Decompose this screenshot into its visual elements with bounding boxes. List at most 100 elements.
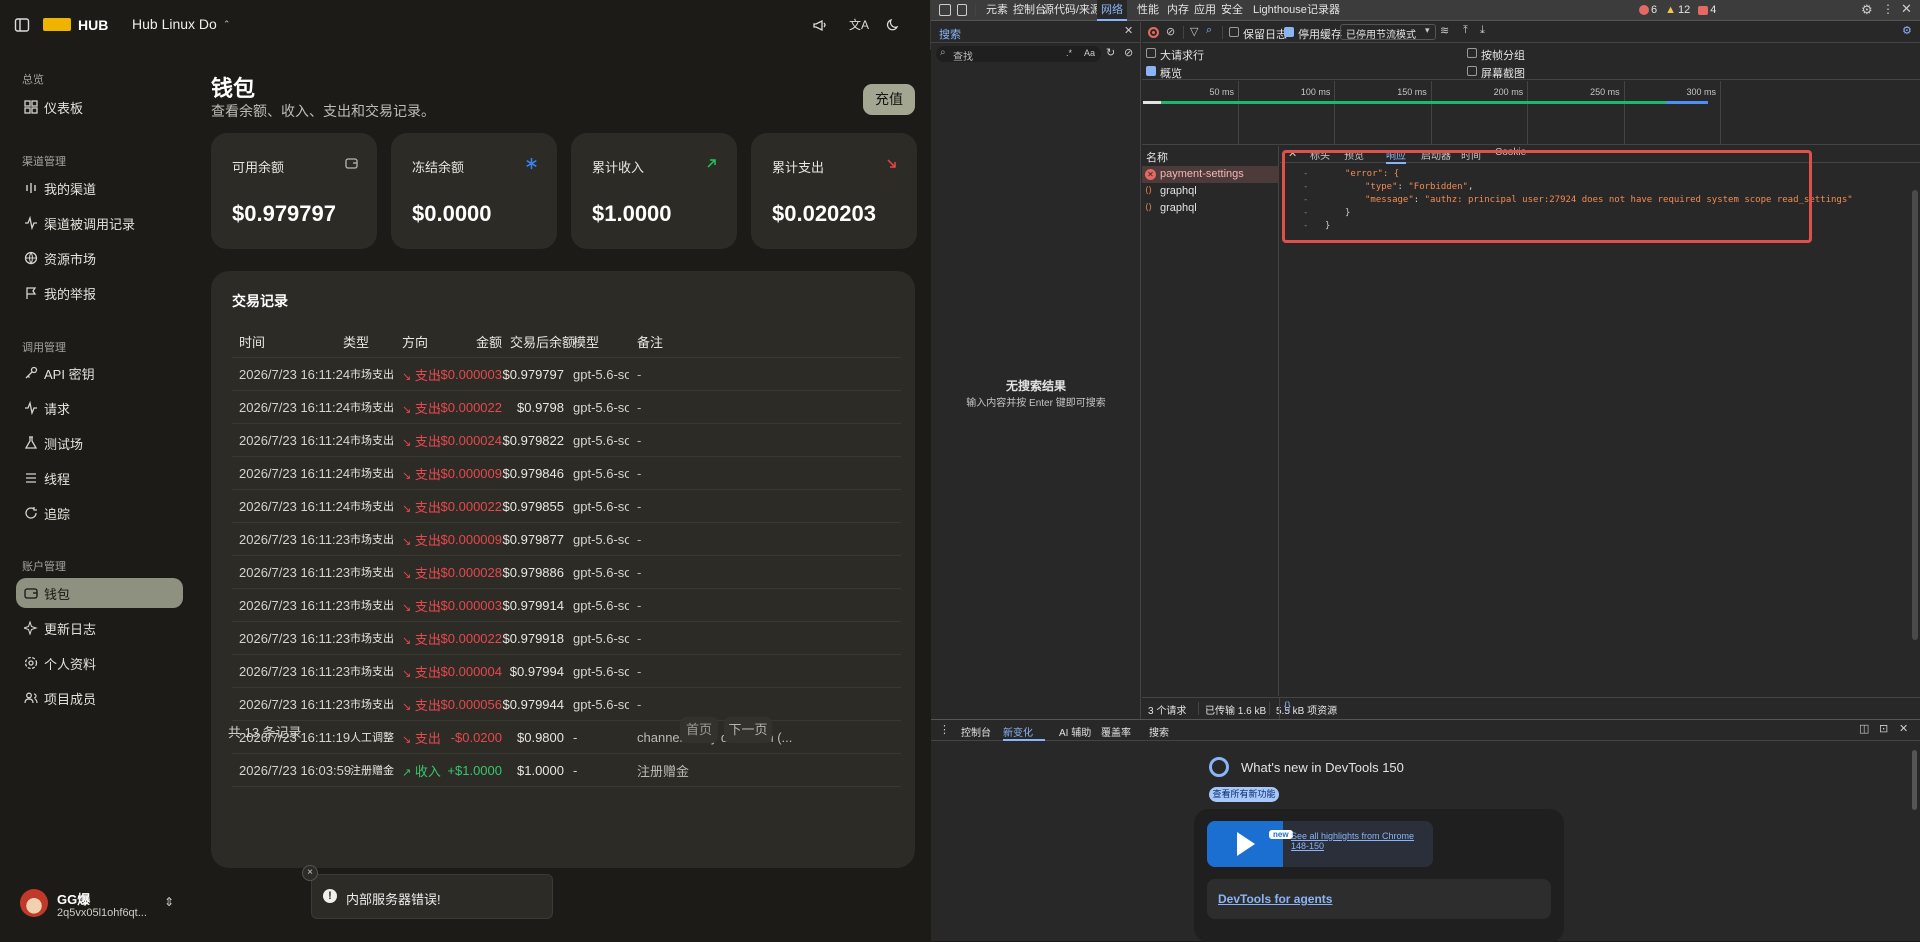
sidebar-item-requests[interactable]: 请求 — [16, 393, 183, 423]
search-input[interactable]: ⌕ 查找 .* Aa — [936, 46, 1101, 63]
agents-card[interactable]: DevTools for agents — [1207, 879, 1551, 919]
group-by-frame-checkbox[interactable] — [1467, 48, 1477, 58]
devtools-tab[interactable]: 内存 — [1167, 0, 1189, 21]
sidebar-item-dashboard[interactable]: 仪表板 — [16, 92, 183, 122]
close-drawer-icon[interactable]: ✕ — [1899, 722, 1908, 735]
dock-side-icon[interactable]: ◫ — [1859, 722, 1869, 735]
request-row-graphql[interactable]: ⟨⟩ graphql — [1142, 183, 1279, 200]
cell-model: gpt-5.6-sol — [573, 597, 629, 613]
highlights-link[interactable]: See all highlights from Chrome 148-150 — [1291, 831, 1433, 851]
clear-icon[interactable]: ⊘ — [1166, 25, 1175, 38]
devtools-tab[interactable]: 应用 — [1194, 0, 1216, 21]
drawer-tab[interactable]: 控制台 — [961, 724, 991, 739]
case-toggle[interactable]: Aa — [1084, 48, 1095, 58]
translate-icon[interactable]: 文A — [849, 16, 869, 33]
devtools-tab[interactable]: 性能 — [1137, 0, 1159, 21]
network-conditions-icon[interactable]: ≋ — [1440, 24, 1449, 37]
sidebar-section-overview: 总览 — [22, 74, 44, 86]
device-toolbar-icon[interactable] — [957, 4, 967, 16]
user-menu[interactable]: GG爆 2q5vx05l1ohf6qt... ⇕ — [20, 886, 180, 924]
inspect-element-icon[interactable] — [939, 4, 951, 16]
preserve-log-checkbox[interactable] — [1229, 27, 1239, 37]
dark-mode-icon[interactable] — [885, 17, 901, 33]
highlight-box — [1282, 150, 1812, 243]
pretty-print-icon[interactable]: {} — [1284, 701, 1291, 712]
close-devtools-icon[interactable]: ✕ — [1901, 1, 1912, 17]
arrow-down-right-icon — [887, 159, 896, 168]
regex-toggle[interactable]: .* — [1066, 48, 1072, 58]
error-count-badge[interactable]: 6 ▲ 12 4 — [1639, 4, 1716, 16]
filter-icon[interactable]: ▽ — [1190, 25, 1198, 38]
refresh-search-icon[interactable]: ↻ — [1106, 46, 1115, 59]
cell-balance-after: $0.979797 — [502, 366, 564, 382]
card-available-balance: 可用余额 $0.979797 — [211, 133, 377, 249]
sidebar-item-playground[interactable]: 测试场 — [16, 428, 183, 458]
video-thumbnail[interactable]: new See all highlights from Chrome 148-1… — [1207, 821, 1433, 867]
devtools-tab[interactable]: 源代码/来源 — [1043, 0, 1101, 21]
cell-model: gpt-5.6-sol — [573, 465, 629, 481]
drawer-tab[interactable]: 新变化 — [1003, 724, 1045, 741]
devtools-tab[interactable]: 记录器 — [1307, 0, 1340, 21]
sidebar-item-threads[interactable]: 线程 — [16, 463, 183, 493]
large-rows-checkbox[interactable] — [1146, 48, 1156, 58]
overview-checkbox[interactable] — [1146, 66, 1156, 76]
settings-icon[interactable]: ⚙ — [1861, 2, 1873, 18]
recharge-button[interactable]: 充值 — [863, 84, 915, 115]
detail-scrollbar[interactable] — [1912, 190, 1918, 640]
wallet-icon — [345, 158, 358, 169]
devtools-tab[interactable]: 安全 — [1221, 0, 1243, 21]
clear-search-icon[interactable]: ⊘ — [1124, 46, 1133, 59]
request-row-payment-settings[interactable]: ✕ payment-settings — [1142, 166, 1279, 183]
sidebar-item-wallet[interactable]: 钱包 — [16, 578, 183, 608]
record-icon[interactable] — [1148, 27, 1159, 38]
table-row: 2026/7/23 16:11:23 市场支出 ↘ 支出 -$0.000028 $0.9… — [232, 556, 901, 589]
more-options-icon[interactable]: ⋮ — [1882, 2, 1894, 16]
sidebar-item-label: 个人资料 — [44, 656, 97, 672]
globe-icon — [24, 251, 38, 265]
sidebar-item-api-keys[interactable]: API 密钥 — [16, 358, 183, 388]
drawer-scrollbar[interactable] — [1912, 750, 1917, 810]
screenshots-checkbox[interactable] — [1467, 66, 1477, 76]
maximize-drawer-icon[interactable]: ⊡ — [1879, 722, 1888, 735]
drawer-menu-icon[interactable]: ⋮ — [939, 723, 950, 736]
next-page-button[interactable]: 下一页 — [724, 717, 772, 743]
cell-balance-after: $0.979822 — [502, 432, 564, 448]
arrow-down-right-icon: ↘ — [402, 469, 412, 482]
sidebar-toggle-icon[interactable] — [14, 17, 30, 33]
sidebar-item-traces[interactable]: 追踪 — [16, 498, 183, 528]
see-all-features-button[interactable]: 查看所有新功能 — [1209, 787, 1279, 802]
drawer-tab[interactable]: 覆盖率 — [1101, 724, 1131, 739]
sidebar-item-project-members[interactable]: 项目成员 — [16, 683, 183, 713]
sidebar-item-changelog[interactable]: 更新日志 — [16, 613, 183, 643]
import-har-icon[interactable]: ⤒ — [1463, 24, 1468, 37]
sidebar-item-resource-market[interactable]: 资源市场 — [16, 243, 183, 273]
timeline-tick-label: 200 ms — [1493, 87, 1524, 97]
timeline-overview[interactable]: 50 ms 100 ms 150 ms 200 ms 250 ms 300 ms — [1142, 81, 1920, 145]
sidebar-item-my-channels[interactable]: 我的渠道 — [16, 173, 183, 203]
drawer-tab[interactable]: AI 辅助 — [1059, 724, 1091, 739]
network-settings-icon[interactable]: ⚙ — [1902, 24, 1912, 37]
drawer-tab[interactable]: 搜索 — [1149, 724, 1169, 739]
toast-close-button[interactable]: × — [302, 865, 318, 881]
announcement-icon[interactable] — [812, 17, 828, 33]
sidebar-item-my-reports[interactable]: 我的举报 — [16, 278, 183, 308]
workspace-switcher[interactable]: Hub Linux Do ⌃ — [132, 16, 230, 32]
devtools-tab[interactable]: 网络 — [1097, 0, 1127, 21]
sidebar-item-profile[interactable]: 个人资料 — [16, 648, 183, 678]
arrow-up-right-icon — [707, 159, 716, 168]
request-row-graphql[interactable]: ⟨⟩ graphql — [1142, 200, 1279, 217]
devtools-tab[interactable]: 控制台 — [1013, 0, 1046, 21]
first-page-button[interactable]: 首页 — [680, 717, 718, 743]
cell-model: gpt-5.6-sol — [573, 564, 629, 580]
brand-logo[interactable] — [43, 18, 71, 31]
throttle-select[interactable]: 已停用节流模式 ▾ — [1340, 24, 1436, 41]
sidebar-item-channel-call-records[interactable]: 渠道被调用记录 — [16, 208, 183, 238]
network-options: 大请求行 概览 按帧分组 屏幕截图 — [1142, 44, 1920, 80]
devtools-tab[interactable]: Lighthouse — [1253, 0, 1307, 21]
export-har-icon[interactable]: ⤓ — [1480, 24, 1485, 37]
close-search-icon[interactable]: ✕ — [1124, 24, 1133, 37]
disable-cache-checkbox[interactable] — [1284, 27, 1294, 37]
search-network-icon[interactable]: ⌕ — [1206, 24, 1212, 37]
devtools-tab[interactable]: 元素 — [986, 0, 1008, 21]
cell-note: - — [637, 531, 642, 547]
